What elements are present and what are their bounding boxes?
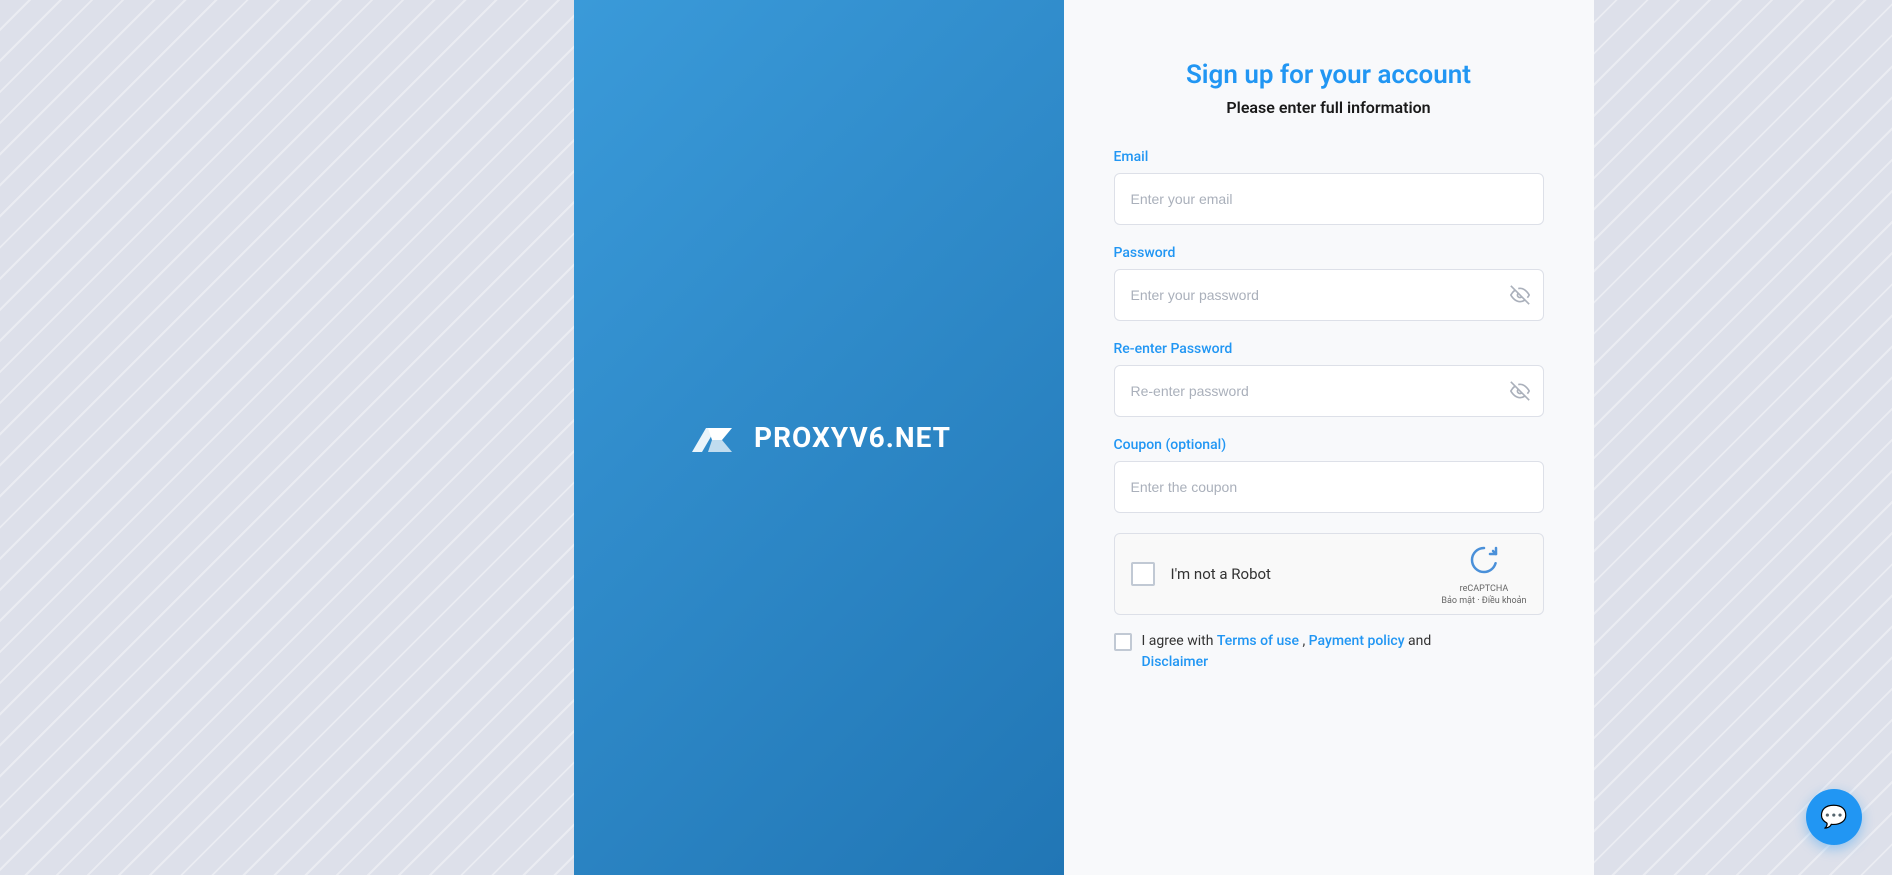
logo-icon [686,412,738,464]
form-title: Sign up for your account [1186,60,1471,90]
reenter-password-input-wrapper [1114,365,1544,417]
terms-suffix: and [1405,633,1432,649]
email-input[interactable] [1114,173,1544,225]
password-input-wrapper [1114,269,1544,321]
recaptcha-links: Bảo mật · Điều khoản [1441,596,1526,606]
terms-row: I agree with Terms of use , Payment poli… [1114,631,1544,673]
logo-text: PROXYV6.NET [754,421,951,454]
reenter-password-input[interactable] [1114,365,1544,417]
recaptcha-brand-text: reCAPTCHA [1460,584,1509,594]
reenter-password-toggle-icon[interactable] [1510,381,1530,401]
chat-button[interactable]: 💬 [1806,789,1862,845]
terms-checkbox[interactable] [1114,633,1132,651]
payment-policy-link[interactable]: Payment policy [1309,633,1405,649]
coupon-input-wrapper [1114,461,1544,513]
terms-of-use-link[interactable]: Terms of use [1217,633,1299,649]
form-subtitle: Please enter full information [1226,98,1430,117]
terms-prefix: I agree with [1142,633,1217,649]
email-input-wrapper [1114,173,1544,225]
password-toggle-icon[interactable] [1510,285,1530,305]
email-label: Email [1114,149,1544,165]
terms-text: I agree with Terms of use , Payment poli… [1142,631,1432,673]
chat-icon: 💬 [1820,805,1847,830]
reenter-password-label: Re-enter Password [1114,341,1544,357]
coupon-input[interactable] [1114,461,1544,513]
left-panel: PROXYV6.NET [574,0,1064,875]
email-group: Email [1114,149,1544,225]
password-label: Password [1114,245,1544,261]
reenter-password-group: Re-enter Password [1114,341,1544,417]
coupon-group: Coupon (optional) [1114,437,1544,513]
coupon-label: Coupon (optional) [1114,437,1544,453]
password-group: Password [1114,245,1544,321]
recaptcha-logo-area: reCAPTCHA Bảo mật · Điều khoản [1441,542,1526,606]
right-panel: Sign up for your account Please enter fu… [1064,0,1594,875]
logo-container: PROXYV6.NET [686,412,951,464]
password-input[interactable] [1114,269,1544,321]
recaptcha-checkbox[interactable] [1131,562,1155,586]
recaptcha-refresh-icon [1466,542,1502,578]
recaptcha-label: I'm not a Robot [1171,565,1442,583]
recaptcha-box[interactable]: I'm not a Robot reCAPTCHA Bảo mật · Điều… [1114,533,1544,615]
disclaimer-link[interactable]: Disclaimer [1142,654,1209,670]
terms-sep: , [1299,633,1309,649]
